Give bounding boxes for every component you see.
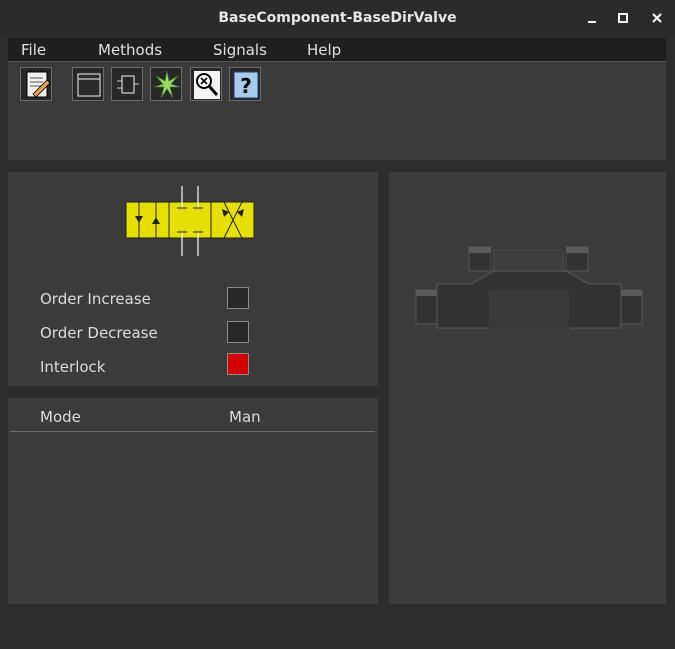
valve-body-graphic[interactable] bbox=[389, 172, 666, 352]
valve-graphic-panel bbox=[389, 172, 666, 604]
starburst-icon bbox=[153, 70, 181, 99]
graph-button[interactable] bbox=[72, 67, 104, 101]
order-increase-indicator bbox=[227, 287, 249, 309]
notepad-pencil-icon bbox=[26, 70, 51, 98]
menu-file[interactable]: File bbox=[21, 41, 46, 59]
title-bar: BaseComponent-BaseDirValve bbox=[0, 0, 675, 37]
signals-panel: Order Increase Order Decrease Interlock bbox=[8, 172, 378, 386]
menu-bar: File Methods Signals Help bbox=[8, 38, 666, 62]
crossref-button[interactable] bbox=[150, 67, 182, 101]
valve-symbol[interactable] bbox=[8, 172, 378, 272]
svg-text:?: ? bbox=[240, 74, 252, 98]
help-button[interactable]: ? bbox=[229, 67, 261, 101]
window-icon bbox=[77, 73, 101, 97]
toolbar: ? bbox=[8, 62, 666, 160]
interlock-label: Interlock bbox=[40, 358, 106, 376]
minimize-button[interactable] bbox=[582, 8, 602, 28]
mode-label: Mode bbox=[40, 408, 81, 426]
object-button[interactable] bbox=[111, 67, 143, 101]
mode-value[interactable]: Man bbox=[229, 408, 261, 426]
order-increase-label: Order Increase bbox=[40, 290, 151, 308]
window-title: BaseComponent-BaseDirValve bbox=[218, 10, 457, 26]
menu-methods[interactable]: Methods bbox=[98, 41, 162, 59]
component-icon bbox=[117, 75, 139, 94]
order-decrease-label: Order Decrease bbox=[40, 324, 158, 342]
minimize-icon bbox=[588, 21, 596, 23]
maximize-icon bbox=[618, 13, 628, 23]
menu-signals[interactable]: Signals bbox=[213, 41, 267, 59]
trend-button[interactable] bbox=[20, 67, 52, 101]
interlock-indicator bbox=[227, 353, 249, 375]
menu-help[interactable]: Help bbox=[307, 41, 341, 59]
mode-divider bbox=[10, 431, 375, 432]
close-icon bbox=[652, 13, 662, 23]
mode-panel: Mode Man bbox=[8, 398, 378, 604]
maximize-button[interactable] bbox=[613, 8, 633, 28]
magnifier-x-icon bbox=[194, 71, 220, 99]
question-icon: ? bbox=[233, 71, 259, 99]
open-object-button[interactable] bbox=[190, 67, 222, 101]
close-button[interactable] bbox=[647, 8, 667, 28]
order-decrease-indicator bbox=[227, 321, 249, 343]
